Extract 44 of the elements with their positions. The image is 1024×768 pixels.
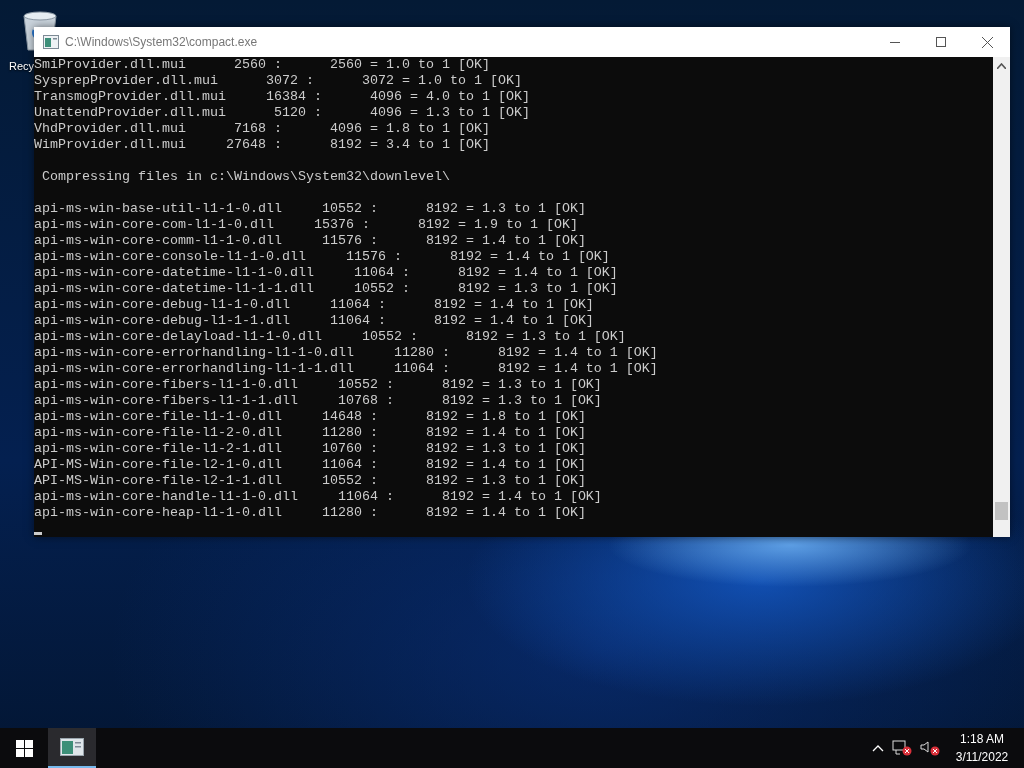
desktop-icon-label: Recy (9, 60, 35, 72)
close-icon (981, 36, 993, 48)
scroll-up-icon[interactable] (997, 63, 1006, 69)
console-line: api-ms-win-core-file-l1-2-1.dll 10760 : 8192 = 1.3 to 1 [OK] (34, 441, 586, 457)
console-line: api-ms-win-core-fibers-l1-1-0.dll 10552 : 8192 = 1.3 to 1 [OK] (34, 377, 602, 393)
console-line: API-MS-Win-core-file-l2-1-0.dll 11064 : 8192 = 1.4 to 1 [OK] (34, 457, 586, 473)
console-taskbar-button[interactable] (48, 728, 96, 768)
console-line: api-ms-win-core-com-l1-1-0.dll 15376 : 8192 = 1.9 to 1 [OK] (34, 217, 578, 233)
console-line: api-ms-win-core-comm-l1-1-0.dll 11576 : 8192 = 1.4 to 1 [OK] (34, 233, 586, 249)
console-line: api-ms-win-core-errorhandling-l1-1-1.dll 11064 : 8192 = 1.4 to 1 [OK] (34, 361, 658, 377)
console-icon (43, 35, 59, 49)
maximize-icon (936, 37, 946, 47)
scrollbar-thumb[interactable] (995, 502, 1008, 520)
volume-muted-icon[interactable] (920, 740, 940, 756)
console-window-icon (60, 738, 84, 756)
console-line: TransmogProvider.dll.mui 16384 : 4096 = 4.0 to 1 [OK] (34, 89, 530, 105)
console-line: api-ms-win-core-handle-l1-1-0.dll 11064 : 8192 = 1.4 to 1 [OK] (34, 489, 602, 505)
console-line: SmiProvider.dll.mui 2560 : 2560 = 1.0 to 1 [OK] (34, 57, 490, 73)
console-line: api-ms-win-core-datetime-l1-1-0.dll 11064 : 8192 = 1.4 to 1 [OK] (34, 265, 618, 281)
console-line: VhdProvider.dll.mui 7168 : 4096 = 1.8 to 1 [OK] (34, 121, 490, 137)
scrollbar[interactable] (993, 57, 1010, 537)
text-cursor (34, 532, 42, 535)
window-title: C:\Windows\System32\compact.exe (65, 35, 258, 49)
console-line: api-ms-win-core-delayload-l1-1-0.dll 10552 : 8192 = 1.3 to 1 [OK] (34, 329, 626, 345)
chevron-up-icon[interactable] (872, 744, 884, 752)
console-line: api-ms-win-core-errorhandling-l1-1-0.dll 11280 : 8192 = 1.4 to 1 [OK] (34, 345, 658, 361)
console-line: UnattendProvider.dll.mui 5120 : 4096 = 1.3 to 1 [OK] (34, 105, 530, 121)
console-line: api-ms-win-core-file-l1-1-0.dll 14648 : 8192 = 1.8 to 1 [OK] (34, 409, 586, 425)
console-line: api-ms-win-core-debug-l1-1-0.dll 11064 : 8192 = 1.4 to 1 [OK] (34, 297, 594, 313)
console-line: API-MS-Win-core-file-l2-1-1.dll 10552 : 8192 = 1.3 to 1 [OK] (34, 473, 586, 489)
network-error-icon[interactable] (892, 740, 912, 756)
console-line: api-ms-win-core-debug-l1-1-1.dll 11064 : 8192 = 1.4 to 1 [OK] (34, 313, 594, 329)
console-line: WimProvider.dll.mui 27648 : 8192 = 3.4 to 1 [OK] (34, 137, 490, 153)
console-line: api-ms-win-core-datetime-l1-1-1.dll 10552 : 8192 = 1.3 to 1 [OK] (34, 281, 618, 297)
console-line: api-ms-win-core-console-l1-1-0.dll 11576 : 8192 = 1.4 to 1 [OK] (34, 249, 610, 265)
console-line: api-ms-win-core-fibers-l1-1-1.dll 10768 : 8192 = 1.3 to 1 [OK] (34, 393, 602, 409)
console-line: api-ms-win-core-heap-l1-1-0.dll 11280 : 8192 = 1.4 to 1 [OK] (34, 505, 586, 521)
clock-date[interactable]: 3/11/2022 (955, 748, 1009, 766)
console-line: api-ms-win-base-util-l1-1-0.dll 10552 : 8192 = 1.3 to 1 [OK] (34, 201, 586, 217)
console-line: api-ms-win-core-file-l1-2-0.dll 11280 : 8192 = 1.4 to 1 [OK] (34, 425, 586, 441)
windows-logo-icon (15, 739, 33, 757)
console-line: SysprepProvider.dll.mui 3072 : 3072 = 1.0 to 1 [OK] (34, 73, 522, 89)
console-line: Compressing files in c:\Windows\System32\downlevel\ (41, 169, 450, 185)
clock-time[interactable]: 1:18 AM (960, 730, 1004, 748)
